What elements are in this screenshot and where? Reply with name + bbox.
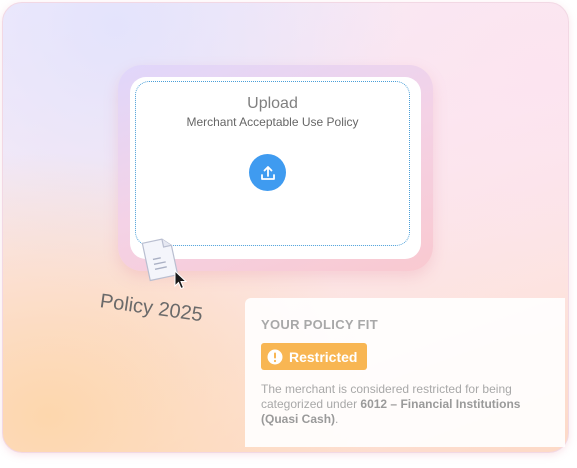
upload-icon <box>260 165 275 180</box>
status-badge-label: Restricted <box>289 348 358 365</box>
policy-fit-description: The merchant is considered restricted fo… <box>261 382 551 427</box>
upload-title: Upload <box>247 95 298 112</box>
pointer-cursor-icon <box>174 270 188 290</box>
upload-subtitle: Merchant Acceptable Use Policy <box>186 115 359 129</box>
policy-fit-heading: YOUR POLICY FIT <box>261 317 378 332</box>
exclamation-icon <box>267 349 283 364</box>
description-suffix: . <box>335 412 339 426</box>
policy-fit-panel: YOUR POLICY FIT Restricted The merchant … <box>245 298 565 447</box>
status-badge: Restricted <box>261 343 368 370</box>
upload-button[interactable] <box>249 154 286 191</box>
